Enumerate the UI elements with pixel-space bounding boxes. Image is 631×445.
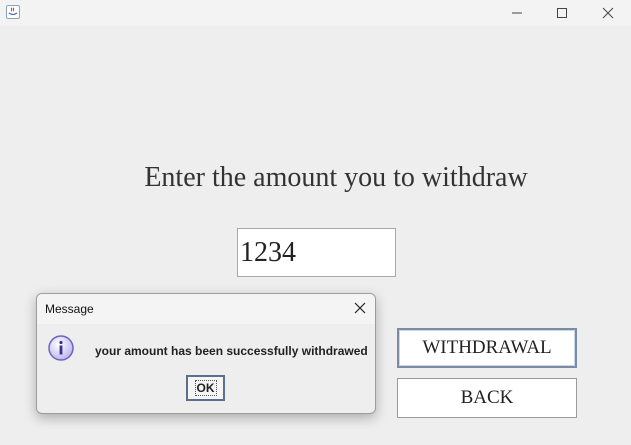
withdraw-prompt-label: Enter the amount you to withdraw bbox=[144, 162, 528, 193]
withdrawal-button[interactable]: WITHDRAWAL bbox=[397, 328, 577, 368]
info-icon bbox=[47, 334, 75, 362]
maximize-button[interactable] bbox=[539, 0, 585, 26]
close-icon bbox=[602, 7, 614, 19]
close-icon bbox=[354, 302, 366, 314]
dialog-message: your amount has been successfully withdr… bbox=[95, 344, 368, 358]
dialog-close-button[interactable] bbox=[353, 301, 367, 315]
dialog-titlebar: Message bbox=[37, 294, 375, 324]
ok-button-label: OK bbox=[194, 380, 217, 396]
java-icon bbox=[6, 5, 20, 19]
amount-input[interactable]: 1234 bbox=[237, 228, 396, 277]
message-dialog: Message your amount has been successfull… bbox=[36, 293, 376, 414]
minimize-icon bbox=[512, 12, 522, 14]
minimize-button[interactable] bbox=[494, 0, 540, 26]
close-button[interactable] bbox=[585, 0, 631, 26]
back-button[interactable]: BACK bbox=[397, 378, 577, 418]
dialog-title: Message bbox=[45, 302, 94, 316]
window-titlebar bbox=[0, 0, 631, 26]
ok-button[interactable]: OK bbox=[186, 375, 225, 401]
maximize-icon bbox=[557, 8, 567, 18]
